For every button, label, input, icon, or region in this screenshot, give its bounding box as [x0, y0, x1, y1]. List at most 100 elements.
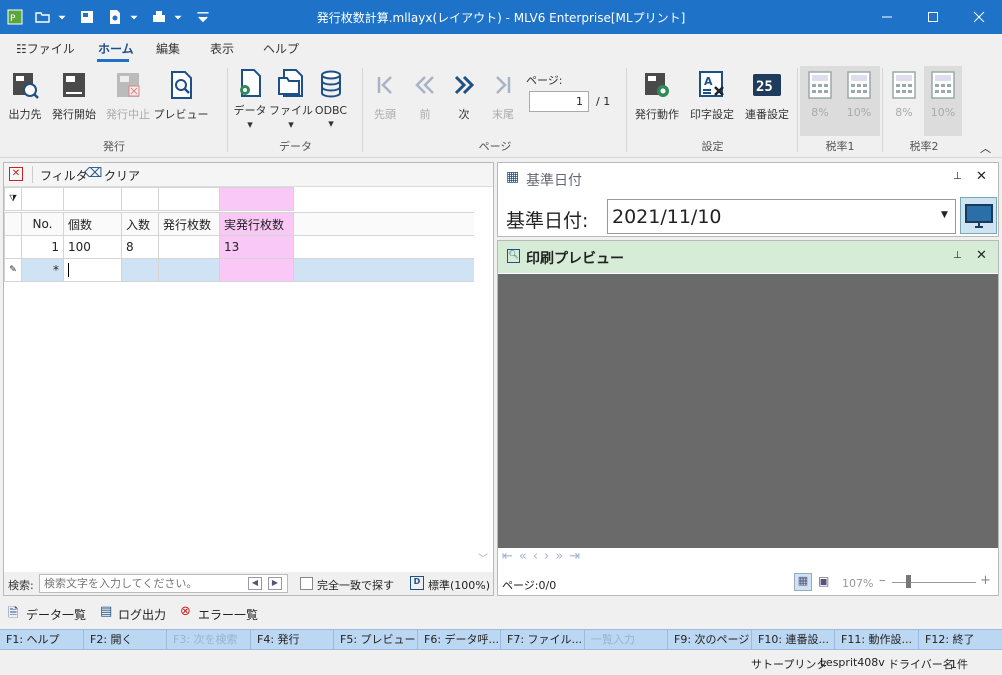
page-view-icon[interactable]: ▣	[818, 574, 829, 588]
date-picker[interactable]: 2021/11/10 ▼	[607, 199, 956, 234]
issue-action-button[interactable]: 発行動作	[632, 68, 682, 130]
date-value[interactable]: 2021/11/10	[612, 206, 722, 228]
filter-button[interactable]: フィルタ	[40, 167, 88, 184]
new-cell-actual[interactable]	[219, 258, 294, 282]
last-page-icon	[486, 68, 520, 102]
zoom-out-button[interactable]: –	[879, 573, 886, 588]
menu-home[interactable]: ホーム	[98, 40, 134, 57]
tax2-8-button[interactable]: 8%	[886, 68, 922, 130]
fkey-f7[interactable]: F7: ファイル...	[501, 630, 585, 650]
clear-button[interactable]: クリア	[104, 167, 140, 184]
first-page-button[interactable]: 先頭	[370, 68, 400, 130]
cell-actual[interactable]: 13	[219, 235, 294, 259]
zoom-in-button[interactable]: +	[980, 573, 991, 588]
pin-icon[interactable]: ⊥	[953, 250, 962, 261]
search-next-button[interactable]: ▶	[268, 577, 282, 590]
tab-error-list[interactable]: エラー一覧	[198, 606, 258, 623]
next-page-button[interactable]: 次	[449, 68, 479, 130]
eraser-icon[interactable]: ⌫	[84, 166, 102, 181]
minimize-button[interactable]	[864, 0, 910, 34]
close-button[interactable]	[956, 0, 1002, 34]
zoom-icon[interactable]: D	[410, 576, 424, 590]
zoom-label[interactable]: 標準(100%)	[428, 577, 490, 593]
zoom-slider-thumb[interactable]	[906, 575, 911, 588]
tab-log-output[interactable]: ログ出力	[118, 606, 166, 623]
table-row[interactable]: 1 100 8 13	[4, 235, 474, 259]
new-row[interactable]: ✎ *	[4, 258, 474, 282]
preview-button[interactable]: プレビュー	[154, 68, 209, 130]
exact-match-checkbox[interactable]	[300, 577, 313, 590]
fkey-f1[interactable]: F1: ヘルプ	[0, 630, 84, 650]
scroll-down-icon[interactable]: ﹀	[478, 550, 488, 565]
collapse-ribbon-icon[interactable]: ︿	[980, 140, 991, 156]
cell-qty[interactable]: 100	[63, 235, 122, 259]
row-filler	[293, 235, 474, 259]
filter-cell[interactable]	[219, 187, 294, 211]
filter-cell[interactable]	[63, 187, 122, 211]
tax2-10-button[interactable]: 10%	[925, 68, 961, 130]
col-header-issue[interactable]: 発行枚数	[158, 212, 220, 236]
last-page-button[interactable]: 末尾	[488, 68, 518, 130]
issue-start-button[interactable]: 発行開始	[50, 68, 98, 130]
group-tax1-label: 税率1	[825, 140, 855, 153]
menu-view[interactable]: 表示	[210, 40, 234, 57]
fkey-f10[interactable]: F10: 連番設...	[752, 630, 835, 650]
fkey-f12[interactable]: F12: 終了	[919, 630, 1002, 650]
data-button[interactable]: データ ▾	[232, 68, 268, 131]
tax1-8-button[interactable]: 8%	[802, 68, 838, 130]
col-header-qty[interactable]: 個数	[63, 212, 122, 236]
filter-cell[interactable]	[158, 187, 220, 211]
grid-view-icon[interactable]: ▦	[794, 573, 812, 591]
odbc-button[interactable]: ODBC ▾	[313, 68, 349, 130]
row-header[interactable]	[4, 235, 22, 259]
menu-edit[interactable]: 編集	[156, 40, 180, 57]
cell-per[interactable]: 8	[121, 235, 159, 259]
prev-page-button[interactable]: 前	[410, 68, 440, 130]
chevron-down-icon[interactable]: ▼	[941, 210, 948, 220]
fkey-f9[interactable]: F9: 次のページ	[668, 630, 752, 650]
fkey-f4[interactable]: F4: 発行	[251, 630, 334, 650]
double-chevron-right-icon	[447, 68, 481, 102]
issue-stop-button[interactable]: 発行中止	[104, 68, 152, 130]
status-driver-label: ドライバー名	[888, 658, 954, 671]
output-dest-button[interactable]: 出力先	[6, 68, 44, 130]
pin-icon[interactable]: ⊥	[953, 171, 962, 182]
search-label: 検索:	[8, 579, 34, 592]
title-bar: P 発行枚数計算.mllayx(レイアウト) - MLV6 Enterprise…	[0, 0, 1002, 34]
delete-row-icon[interactable]: ✕	[9, 167, 23, 181]
zoom-slider[interactable]	[892, 582, 976, 583]
cell-no[interactable]: 1	[21, 235, 64, 259]
file-button[interactable]: ファイル ▾	[269, 68, 313, 131]
new-cell-issue[interactable]	[158, 258, 220, 282]
filter-cell[interactable]	[21, 187, 64, 211]
filter-cell[interactable]	[121, 187, 159, 211]
print-settings-button[interactable]: A 印字設定	[688, 68, 736, 130]
row-filler	[293, 258, 474, 282]
page-input[interactable]: 1	[529, 91, 589, 112]
fkey-f11[interactable]: F11: 動作設...	[835, 630, 919, 650]
menu-help[interactable]: ヘルプ	[263, 40, 299, 57]
preview-nav[interactable]: ⇤«‹›»⇥	[502, 549, 586, 564]
fkey-f3[interactable]: F3: 次を検索	[167, 630, 251, 650]
new-cell-per[interactable]	[121, 258, 159, 282]
maximize-button[interactable]	[910, 0, 956, 34]
tab-data-list[interactable]: データ一覧	[26, 606, 86, 623]
col-header-per[interactable]: 入数	[121, 212, 159, 236]
fkey-f6[interactable]: F6: データ呼...	[418, 630, 501, 650]
col-header-no[interactable]: No.	[21, 212, 64, 236]
preview-canvas[interactable]	[498, 274, 998, 548]
cell-issue[interactable]	[158, 235, 220, 259]
tax1-10-button[interactable]: 10%	[841, 68, 877, 130]
close-icon[interactable]: ✕	[976, 169, 987, 184]
fkey-f5[interactable]: F5: プレビュー	[334, 630, 418, 650]
fkey-f8[interactable]: 一覧入力	[585, 630, 668, 650]
new-cell-qty[interactable]	[63, 258, 122, 282]
row-header-corner	[4, 212, 22, 236]
menu-file[interactable]: ☷ファイル	[16, 40, 75, 57]
fkey-f2[interactable]: F2: 開く	[84, 630, 167, 650]
close-icon[interactable]: ✕	[976, 248, 987, 263]
monitor-button[interactable]	[960, 197, 997, 234]
col-header-actual[interactable]: 実発行枚数	[219, 212, 294, 236]
serial-settings-button[interactable]: 25 連番設定	[742, 68, 792, 130]
search-prev-button[interactable]: ◀	[248, 577, 262, 590]
